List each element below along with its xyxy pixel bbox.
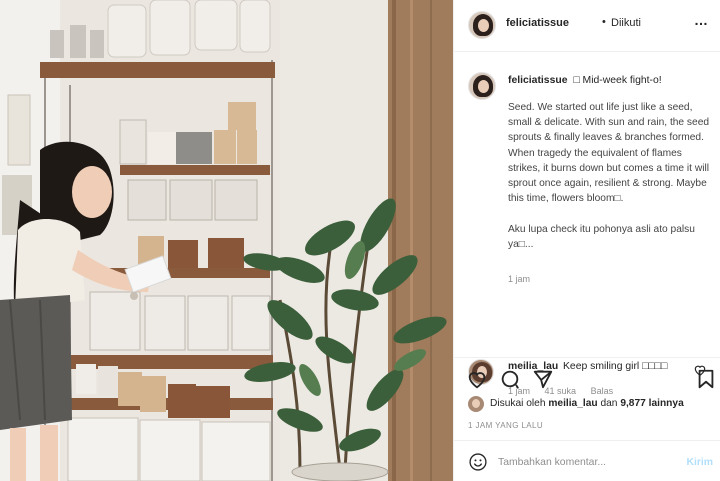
- liker-username[interactable]: meilia_lau: [548, 398, 597, 409]
- add-comment-input[interactable]: [498, 451, 668, 473]
- likes-count[interactable]: 9,877 lainnya: [620, 398, 683, 409]
- follow-status-button[interactable]: Diikuti: [611, 17, 641, 29]
- comment-icon[interactable]: [499, 368, 521, 390]
- post-header: feliciatissue • Diikuti …: [454, 0, 720, 52]
- more-icon[interactable]: …: [694, 12, 709, 28]
- author-avatar[interactable]: [468, 11, 496, 39]
- caption-body: Seed. We started out life just like a se…: [508, 102, 710, 250]
- post-time-ago[interactable]: 1 JAM YANG LALU: [468, 421, 543, 430]
- likes-prefix: Disukai oleh: [490, 398, 546, 409]
- caption-timestamp[interactable]: 1 jam: [508, 274, 530, 284]
- separator-dot: •: [602, 16, 606, 28]
- author-username[interactable]: feliciatissue: [506, 17, 569, 29]
- caption-username[interactable]: feliciatissue: [508, 75, 568, 86]
- bookmark-icon[interactable]: [695, 368, 717, 390]
- post-detail-panel: feliciatissue • Diikuti … feliciatissue …: [453, 0, 720, 481]
- post-caption-section: feliciatissue □ Mid-week fight-o! Seed. …: [454, 52, 720, 396]
- post-photo[interactable]: [0, 0, 453, 481]
- caption-author-avatar[interactable]: [468, 72, 496, 100]
- likes-summary: Disukai oleh meilia_lau dan 9,877 lainny…: [454, 392, 720, 416]
- smile-icon[interactable]: [468, 452, 488, 472]
- likes-and: dan: [600, 398, 618, 409]
- heart-icon[interactable]: [466, 368, 488, 390]
- post-comment-button[interactable]: Kirim: [686, 457, 713, 468]
- photo-illustration: [0, 0, 453, 481]
- caption-title: □ Mid-week fight-o!: [573, 75, 662, 86]
- share-icon[interactable]: [532, 368, 554, 390]
- liker-avatar[interactable]: [468, 396, 484, 412]
- caption-title-line: feliciatissue □ Mid-week fight-o!: [508, 73, 708, 89]
- likes-text: Disukai oleh meilia_lau dan 9,877 lainny…: [490, 398, 684, 409]
- add-comment-bar: Kirim: [454, 440, 720, 481]
